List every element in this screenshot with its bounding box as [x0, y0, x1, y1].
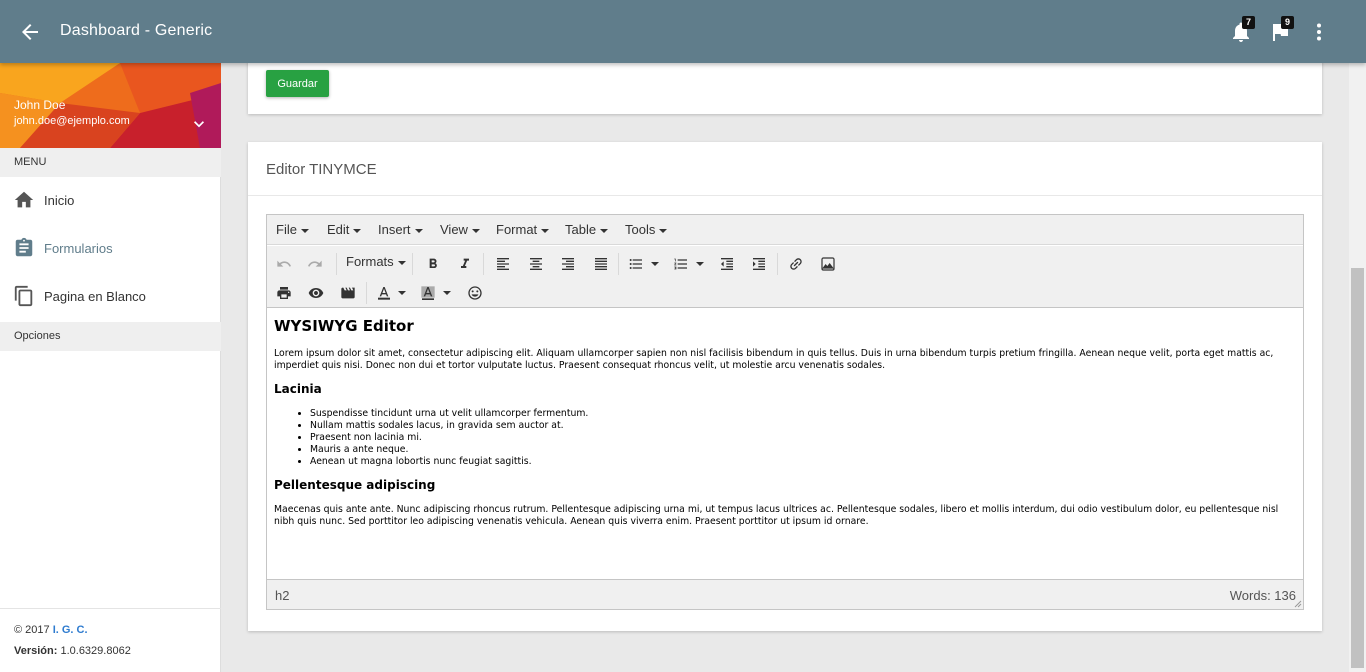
background-color-icon[interactable] [417, 282, 439, 304]
content-paragraph: Maecenas quis ante ante. Nunc adipiscing… [274, 504, 1279, 527]
form-card: Guardar [248, 55, 1322, 114]
formats-dropdown[interactable]: Formats [346, 254, 406, 269]
emoticons-smiley-icon[interactable] [464, 282, 486, 304]
page-scrollbar[interactable] [1349, 63, 1366, 672]
version-number: 1.0.6329.8062 [60, 645, 131, 657]
text-color-icon[interactable] [373, 282, 395, 304]
image-icon[interactable] [817, 253, 839, 275]
scrollbar-thumb[interactable] [1351, 268, 1364, 668]
menu-format[interactable]: Format [496, 222, 550, 237]
more-vert-icon [1317, 23, 1321, 41]
menu-section-label: MENU [0, 148, 221, 177]
editor-card: Editor TINYMCE File Edit Insert View For… [248, 142, 1322, 631]
more-options-button[interactable] [1307, 20, 1331, 44]
flags-button[interactable]: 9 [1268, 16, 1294, 44]
toolbar-separator [618, 253, 619, 275]
user-name: John Doe [14, 98, 66, 112]
brand-link[interactable]: I. G. C. [53, 624, 88, 636]
profile-toggle-chevron-icon[interactable] [189, 114, 209, 134]
tinymce-editor: File Edit Insert View Format Table Tools… [266, 214, 1304, 610]
align-justify-icon[interactable] [590, 253, 612, 275]
align-center-icon[interactable] [525, 253, 547, 275]
undo-icon[interactable] [273, 253, 295, 275]
bold-icon[interactable] [422, 253, 444, 275]
menu-insert[interactable]: Insert [378, 222, 423, 237]
content-heading: WYSIWYG Editor [274, 317, 414, 335]
menu-tools[interactable]: Tools [625, 222, 668, 237]
menu-view[interactable]: View [440, 222, 480, 237]
resize-handle-icon[interactable] [1294, 600, 1302, 608]
notifications-badge: 7 [1242, 16, 1255, 29]
content-subheading: Pellentesque adipiscing [274, 478, 436, 492]
copy-icon [14, 285, 33, 307]
sidebar: John Doe john.doe@ejemplo.com MENU Inici… [0, 63, 221, 672]
page-title: Dashboard - Generic [60, 22, 213, 39]
toolbar-separator [336, 253, 337, 275]
sidebar-item-label: Formularios [44, 241, 113, 256]
word-count: Words: 136 [1229, 588, 1296, 603]
link-icon[interactable] [785, 253, 807, 275]
bullet-list-icon[interactable] [625, 253, 647, 275]
content-list: Suspendisse tincidunt urna ut velit ulla… [274, 408, 1296, 468]
editor-card-title: Editor TINYMCE [266, 161, 377, 178]
list-item: Nullam mattis sodales lacus, in gravida … [310, 420, 1296, 432]
sidebar-item-label: Inicio [44, 193, 75, 208]
toolbar-separator [483, 253, 484, 275]
menu-edit[interactable]: Edit [327, 222, 362, 237]
redo-icon[interactable] [304, 253, 326, 275]
background-color-dropdown-icon[interactable] [440, 282, 462, 304]
list-item: Praesent non lacinia mi. [310, 432, 1296, 444]
menu-file[interactable]: File [276, 222, 309, 237]
list-item: Aenean ut magna lobortis nunc feugiat sa… [310, 456, 1296, 468]
editor-toolbar: Formats [267, 246, 1303, 308]
preview-eye-icon[interactable] [305, 282, 327, 304]
content-paragraph: Lorem ipsum dolor sit amet, consectetur … [274, 348, 1274, 371]
sidebar-item-formularios[interactable]: Formularios [0, 225, 221, 273]
save-button[interactable]: Guardar [266, 70, 329, 97]
version: Versión: 1.0.6329.8062 [14, 645, 131, 657]
notifications-button[interactable]: 7 [1229, 16, 1255, 44]
back-arrow-icon[interactable] [18, 20, 42, 44]
media-icon[interactable] [337, 282, 359, 304]
align-right-icon[interactable] [557, 253, 579, 275]
options-section-label: Opciones [0, 322, 221, 351]
sidebar-footer: © 2017 I. G. C. Versión: 1.0.6329.8062 [0, 608, 221, 672]
editor-menubar: File Edit Insert View Format Table Tools [267, 215, 1303, 245]
numbered-list-dropdown-icon[interactable] [693, 253, 715, 275]
italic-icon[interactable] [454, 253, 476, 275]
copyright: © 2017 I. G. C. [14, 624, 88, 636]
toolbar-separator [777, 253, 778, 275]
bullet-list-dropdown-icon[interactable] [648, 253, 670, 275]
toolbar-separator [412, 253, 413, 275]
flags-badge: 9 [1281, 16, 1294, 29]
list-item: Mauris a ante neque. [310, 444, 1296, 456]
home-icon [14, 191, 34, 208]
numbered-list-icon[interactable] [670, 253, 692, 275]
outdent-icon[interactable] [716, 253, 738, 275]
element-path[interactable]: h2 [275, 588, 289, 603]
clipboard-icon [15, 237, 33, 257]
indent-icon[interactable] [748, 253, 770, 275]
sidebar-item-label: Pagina en Blanco [44, 289, 146, 304]
menu-table[interactable]: Table [565, 222, 609, 237]
sidebar-item-pagina-en-blanco[interactable]: Pagina en Blanco [0, 273, 221, 321]
editor-statusbar: h2 Words: 136 [267, 579, 1303, 609]
sidebar-item-inicio[interactable]: Inicio [0, 177, 221, 225]
list-item: Suspendisse tincidunt urna ut velit ulla… [310, 408, 1296, 420]
print-icon[interactable] [273, 282, 295, 304]
user-email: john.doe@ejemplo.com [14, 115, 130, 127]
text-color-dropdown-icon[interactable] [395, 282, 417, 304]
editor-content-area[interactable]: WYSIWYG Editor Lorem ipsum dolor sit ame… [267, 309, 1303, 579]
content-subheading: Lacinia [274, 382, 322, 396]
align-left-icon[interactable] [492, 253, 514, 275]
app-header: Dashboard - Generic 7 9 [0, 0, 1366, 63]
toolbar-separator [366, 282, 367, 304]
divider [248, 195, 1322, 196]
profile-header: John Doe john.doe@ejemplo.com [0, 63, 221, 148]
